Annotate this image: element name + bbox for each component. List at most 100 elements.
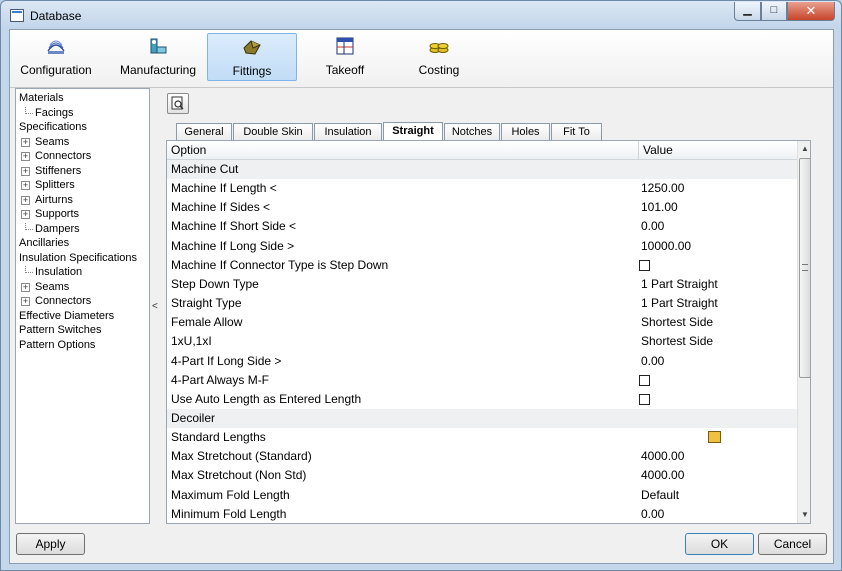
table-row[interactable]: Maximum Fold Length Default xyxy=(167,486,797,505)
table-row[interactable]: Machine If Long Side > 10000.00 xyxy=(167,237,797,256)
ok-button[interactable]: OK xyxy=(685,533,754,555)
tree-connector xyxy=(25,266,33,273)
table-row[interactable]: Step Down Type 1 Part Straight xyxy=(167,275,797,294)
options-panel: General Double Skin Insulation Straight Notc… xyxy=(164,88,830,524)
tab-general[interactable]: General xyxy=(176,123,232,141)
tab-holes[interactable]: Holes xyxy=(501,123,550,141)
scroll-up-icon[interactable]: ▲ xyxy=(800,143,810,155)
cancel-button[interactable]: Cancel xyxy=(758,533,827,555)
expand-icon[interactable]: + xyxy=(21,166,30,176)
tree-item-facings[interactable]: Facings xyxy=(35,106,74,120)
table-row[interactable]: 4-Part If Long Side > 0.00 xyxy=(167,352,797,371)
section-row[interactable]: Machine Cut xyxy=(167,160,797,179)
tree-item-ancillaries[interactable]: Ancillaries xyxy=(19,236,69,250)
option-label: Use Auto Length as Entered Length xyxy=(171,391,362,406)
maximize-button[interactable]: □ xyxy=(761,2,787,21)
column-header-value[interactable]: Value xyxy=(639,141,797,160)
tree-item-connectors[interactable]: Connectors xyxy=(35,294,91,308)
option-value[interactable]: 0.00 xyxy=(641,352,664,371)
table-row[interactable]: Max Stretchout (Non Std) 4000.00 xyxy=(167,466,797,485)
option-value[interactable]: 4000.00 xyxy=(641,447,684,466)
tree-item-effective-diameters[interactable]: Effective Diameters xyxy=(19,309,114,323)
tab-straight[interactable]: Straight xyxy=(383,122,443,142)
options-grid: Option Value Machine Cut Machine If Lengt… xyxy=(166,140,811,524)
table-row[interactable]: Machine If Short Side < 0.00 xyxy=(167,217,797,236)
table-row[interactable]: Machine If Length < 1250.00 xyxy=(167,179,797,198)
tab-double-skin[interactable]: Double Skin xyxy=(233,123,313,141)
expand-icon[interactable]: + xyxy=(21,152,30,161)
tree-item-insulation[interactable]: Insulation xyxy=(35,265,82,279)
tree-item-supports[interactable]: Supports xyxy=(35,207,79,221)
option-value[interactable]: 1250.00 xyxy=(641,179,684,198)
scroll-thumb[interactable] xyxy=(799,158,810,378)
table-row[interactable]: Standard Lengths xyxy=(167,428,797,447)
scroll-down-icon[interactable]: ▼ xyxy=(800,509,810,521)
column-header-option[interactable]: Option xyxy=(167,141,639,160)
ribbon-takeoff-button[interactable]: Takeoff xyxy=(300,33,390,81)
option-checkbox[interactable] xyxy=(639,374,650,386)
option-value[interactable]: 1 Part Straight xyxy=(641,294,718,313)
expand-icon[interactable]: + xyxy=(21,282,30,292)
ribbon-fittings-button[interactable]: Fittings xyxy=(207,33,297,81)
ribbon-manufacturing-button[interactable]: Manufacturing xyxy=(113,33,203,81)
option-value[interactable]: 0.00 xyxy=(641,217,664,236)
option-value[interactable]: 1 Part Straight xyxy=(641,275,718,294)
collapse-arrow-icon[interactable]: < xyxy=(152,301,158,312)
table-row[interactable]: Machine If Sides < 101.00 xyxy=(167,198,797,217)
vertical-scrollbar[interactable]: ▲ ▼ xyxy=(797,141,810,523)
tree-item-seams[interactable]: Seams xyxy=(35,280,69,294)
expand-icon[interactable]: + xyxy=(21,297,30,306)
tree-item-connectors[interactable]: Connectors xyxy=(35,149,91,163)
tree-item-materials[interactable]: Materials xyxy=(19,91,64,105)
tree-item-insulation-specifications[interactable]: Insulation Specifications xyxy=(19,251,137,265)
option-value[interactable]: 101.00 xyxy=(641,198,678,217)
option-label: Machine If Short Side < xyxy=(171,219,297,234)
expand-icon[interactable]: + xyxy=(21,195,30,205)
tree-connector xyxy=(25,106,33,114)
option-value[interactable]: 0.00 xyxy=(641,505,664,523)
expand-icon[interactable]: + xyxy=(21,210,30,219)
title-bar[interactable]: Database ▁ □ ✕ xyxy=(1,1,841,29)
tree-item-seams[interactable]: Seams xyxy=(35,135,69,149)
option-value[interactable]: 4000.00 xyxy=(641,466,684,485)
expand-icon[interactable]: + xyxy=(21,137,30,147)
tab-fit-to[interactable]: Fit To xyxy=(551,123,602,141)
grip-icon xyxy=(802,264,808,271)
option-value[interactable]: Shortest Side xyxy=(641,332,713,351)
ribbon-configuration-button[interactable]: Configuration xyxy=(11,33,101,81)
tab-notches[interactable]: Notches xyxy=(444,123,500,141)
option-value[interactable]: Default xyxy=(641,486,679,505)
tree-item-airturns[interactable]: Airturns xyxy=(35,193,73,207)
table-row[interactable]: Female Allow Shortest Side xyxy=(167,313,797,332)
tree-item-splitters[interactable]: Splitters xyxy=(35,178,75,192)
table-row[interactable]: 1xU,1xI Shortest Side xyxy=(167,332,797,351)
category-tree[interactable]: Materials Facings Specifications + Seams + Con… xyxy=(15,88,150,524)
browse-icon[interactable] xyxy=(708,431,721,444)
tree-item-dampers[interactable]: Dampers xyxy=(35,222,80,236)
ribbon-costing-button[interactable]: Costing xyxy=(394,33,484,81)
minimize-button[interactable]: ▁ xyxy=(734,2,761,21)
tree-item-pattern-options[interactable]: Pattern Options xyxy=(19,338,95,352)
tree-item-pattern-switches[interactable]: Pattern Switches xyxy=(19,323,102,337)
apply-button[interactable]: Apply xyxy=(16,533,85,555)
section-row[interactable]: Decoiler xyxy=(167,408,797,428)
panel-splitter[interactable]: < xyxy=(151,88,159,524)
option-value[interactable]: Shortest Side xyxy=(641,313,713,332)
tab-insulation[interactable]: Insulation xyxy=(314,123,382,141)
table-row[interactable]: Machine If Connector Type is Step Down xyxy=(167,256,797,275)
fittings-icon xyxy=(241,36,263,58)
expand-icon[interactable]: + xyxy=(21,181,30,190)
tree-item-stiffeners[interactable]: Stiffeners xyxy=(35,164,81,178)
option-label: Machine If Connector Type is Step Down xyxy=(171,257,389,272)
option-checkbox[interactable] xyxy=(639,393,650,405)
table-row[interactable]: Straight Type 1 Part Straight xyxy=(167,294,797,313)
find-button[interactable] xyxy=(167,93,189,114)
table-row[interactable]: Minimum Fold Length 0.00 xyxy=(167,505,797,523)
table-row[interactable]: Use Auto Length as Entered Length xyxy=(167,390,797,409)
table-row[interactable]: 4-Part Always M-F xyxy=(167,371,797,390)
tree-item-specifications[interactable]: Specifications xyxy=(19,120,87,134)
table-row[interactable]: Max Stretchout (Standard) 4000.00 xyxy=(167,447,797,466)
close-button[interactable]: ✕ xyxy=(787,2,835,21)
option-value[interactable]: 10000.00 xyxy=(641,237,691,256)
option-checkbox[interactable] xyxy=(639,259,650,271)
